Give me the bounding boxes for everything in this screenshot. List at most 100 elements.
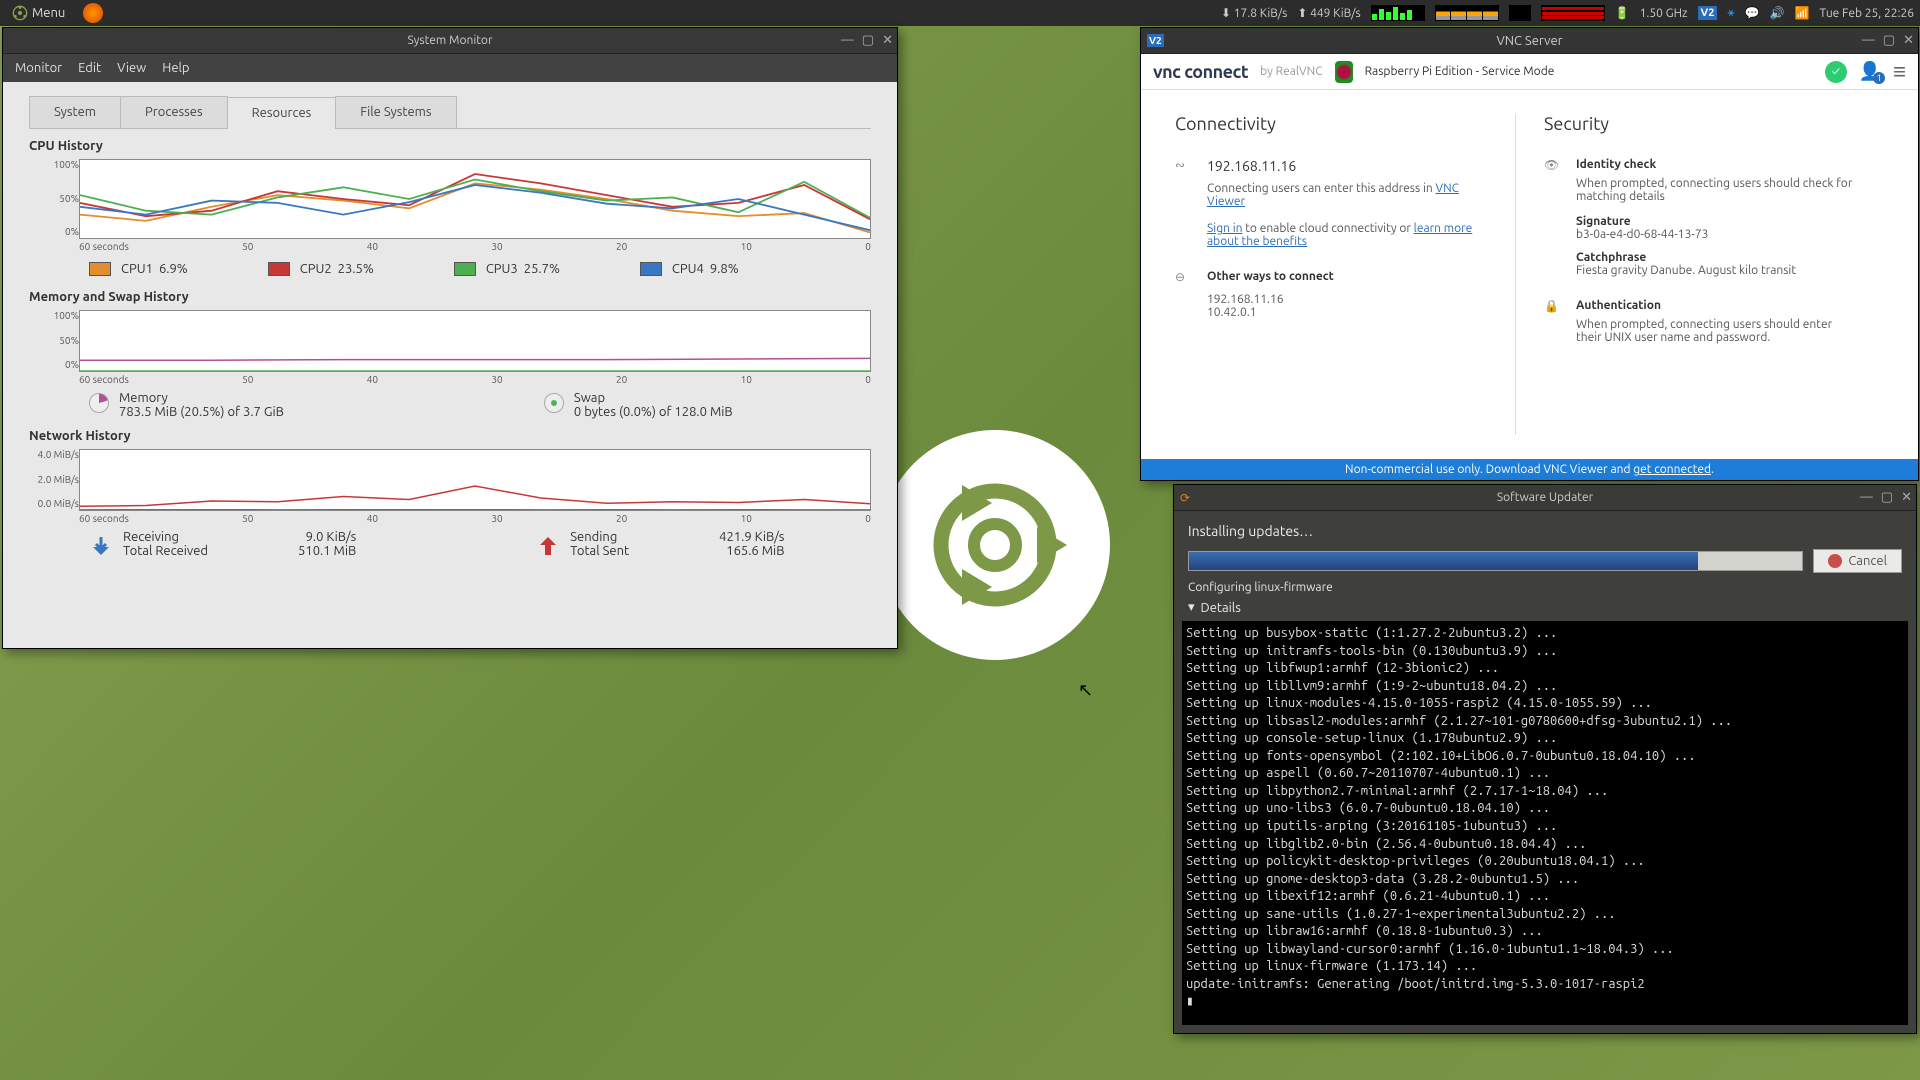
tray-disk-icon[interactable] xyxy=(1509,5,1531,21)
menu-help[interactable]: Help xyxy=(162,61,189,75)
signature-label: Signature xyxy=(1576,215,1860,228)
updater-status: Configuring linux-firmware xyxy=(1174,579,1916,596)
system-monitor-window: System Monitor — ▢ ✕ Monitor Edit View H… xyxy=(2,27,898,649)
tab-system[interactable]: System xyxy=(29,96,121,128)
updater-titlebar[interactable]: ⟳ Software Updater — ▢ ✕ xyxy=(1174,485,1916,511)
other-ip-1: 10.42.0.1 xyxy=(1207,306,1334,319)
ip-address: 192.168.11.16 xyxy=(1207,158,1491,174)
close-button[interactable]: ✕ xyxy=(882,33,893,48)
bluetooth-icon[interactable]: ⚹ xyxy=(1727,6,1734,20)
system-monitor-titlebar[interactable]: System Monitor — ▢ ✕ xyxy=(3,28,897,54)
firefox-icon[interactable] xyxy=(83,3,103,23)
vnc-logo: vnc connect xyxy=(1153,62,1248,82)
progress-bar xyxy=(1188,551,1803,571)
vnc-titlebar[interactable]: V2 VNC Server — ▢ ✕ xyxy=(1141,28,1918,54)
vnc-footer: Non-commercial use only. Download VNC Vi… xyxy=(1141,459,1918,480)
clock[interactable]: Tue Feb 25, 22:26 xyxy=(1819,7,1914,20)
minimize-button[interactable]: — xyxy=(1862,33,1875,48)
hamburger-menu-icon[interactable]: ≡ xyxy=(1893,61,1906,83)
tray-load-graph[interactable] xyxy=(1371,5,1425,21)
other-ip-0: 192.168.11.16 xyxy=(1207,293,1334,306)
swap-block: Swap0 bytes (0.0%) of 128.0 MiB xyxy=(544,391,733,419)
net-graph xyxy=(79,449,871,511)
tray-net-meter[interactable] xyxy=(1541,5,1605,21)
identity-heading: Identity check xyxy=(1576,158,1860,171)
security-column: Security 👁 Identity check When prompted,… xyxy=(1515,114,1884,435)
security-heading: Security xyxy=(1544,114,1860,134)
mem-history-title: Memory and Swap History xyxy=(29,290,871,304)
maximize-button[interactable]: ▢ xyxy=(1881,490,1893,505)
vnc-server-window: V2 VNC Server — ▢ ✕ vnc connect by RealV… xyxy=(1140,27,1919,481)
tray-cpu-meter[interactable] xyxy=(1435,5,1499,21)
mem-y-axis: 100%50%0% xyxy=(29,310,79,372)
cpu-graph xyxy=(79,159,871,239)
sm-title: System Monitor xyxy=(407,34,492,47)
top-panel: Menu ⬇ 17.8 KiB/s ⬆ 449 KiB/s 🔋 1.50 GHz… xyxy=(0,0,1920,26)
connectivity-column: Connectivity ∾ 192.168.11.16 Connecting … xyxy=(1175,114,1515,435)
updater-title: Software Updater xyxy=(1497,491,1593,504)
updater-heading: Installing updates… xyxy=(1174,511,1916,549)
catchphrase-label: Catchphrase xyxy=(1576,251,1860,264)
sm-menubar: Monitor Edit View Help xyxy=(3,54,897,82)
download-icon xyxy=(89,534,113,558)
menu-monitor[interactable]: Monitor xyxy=(15,61,62,75)
sm-tabs: System Processes Resources File Systems xyxy=(29,96,871,129)
updater-icon: ⟳ xyxy=(1180,491,1190,505)
vnc-mode: Raspberry Pi Edition - Service Mode xyxy=(1365,65,1555,78)
vnc-by: by RealVNC xyxy=(1260,65,1322,78)
close-button[interactable]: ✕ xyxy=(1901,490,1912,505)
net-down-stat: ⬇ 17.8 KiB/s xyxy=(1221,6,1287,20)
chevron-down-icon: ▾ xyxy=(1188,600,1195,615)
signature-value: b3-0a-e4-d0-68-44-13-73 xyxy=(1576,228,1860,241)
other-ways-heading: Other ways to connect xyxy=(1207,270,1334,283)
cpu-y-axis: 100%50%0% xyxy=(29,159,79,239)
tab-processes[interactable]: Processes xyxy=(120,96,228,128)
network-icon[interactable]: 📶 xyxy=(1795,6,1810,20)
user-icon[interactable]: 👤1 xyxy=(1859,61,1881,82)
collapse-icon[interactable]: ⊖ xyxy=(1175,270,1193,319)
notifications-icon[interactable]: 💬 xyxy=(1745,6,1760,20)
software-updater-window: ⟳ Software Updater — ▢ ✕ Installing upda… xyxy=(1173,484,1917,1034)
vnc-icon: V2 xyxy=(1147,34,1164,47)
tab-file-systems[interactable]: File Systems xyxy=(335,96,456,128)
receiving-block: Receiving9.0 KiB/s Total Received510.1 M… xyxy=(89,530,356,558)
cancel-icon xyxy=(1828,554,1842,568)
connectivity-heading: Connectivity xyxy=(1175,114,1491,134)
vnc-title: VNC Server xyxy=(1496,34,1562,48)
wallpaper-logo xyxy=(880,430,1110,660)
mem-x-axis: 60 seconds50403020100 xyxy=(29,374,871,385)
status-ok-icon: ✓ xyxy=(1825,61,1847,83)
tab-resources[interactable]: Resources xyxy=(227,97,337,129)
auth-heading: Authentication xyxy=(1576,299,1860,312)
lock-icon: 🔒 xyxy=(1544,299,1562,344)
mem-graph xyxy=(79,310,871,372)
maximize-button[interactable]: ▢ xyxy=(1883,33,1895,48)
cpu-freq: 1.50 GHz xyxy=(1640,7,1688,20)
cpu-legend: CPU1 6.9% CPU2 23.5% CPU3 25.7% CPU4 9.8… xyxy=(29,252,871,280)
details-toggle[interactable]: ▾Details xyxy=(1174,596,1916,621)
cancel-button[interactable]: Cancel xyxy=(1813,549,1902,573)
raspberry-pi-icon xyxy=(1335,61,1353,83)
cpu-history-title: CPU History xyxy=(29,139,871,153)
get-connected-link[interactable]: get connected xyxy=(1633,463,1711,476)
close-button[interactable]: ✕ xyxy=(1903,33,1914,48)
cpu-x-axis: 60 seconds50403020100 xyxy=(29,241,871,252)
vnc-tray-icon[interactable]: V2 xyxy=(1698,6,1718,20)
menu-edit[interactable]: Edit xyxy=(78,61,101,75)
minimize-button[interactable]: — xyxy=(1860,490,1873,505)
net-up-stat: ⬆ 449 KiB/s xyxy=(1297,6,1360,20)
menu-view[interactable]: View xyxy=(117,61,146,75)
eye-icon: 👁 xyxy=(1544,158,1562,277)
share-icon: ∾ xyxy=(1175,158,1193,248)
terminal-output[interactable]: Setting up busybox-static (1:1.27.2-2ubu… xyxy=(1182,621,1908,1025)
sending-block: Sending421.9 KiB/s Total Sent165.6 MiB xyxy=(536,530,784,558)
tray-battery-icon[interactable]: 🔋 xyxy=(1615,6,1630,20)
catchphrase-value: Fiesta gravity Danube. August kilo trans… xyxy=(1576,264,1860,277)
volume-icon[interactable]: 🔊 xyxy=(1770,6,1785,20)
sign-in-link[interactable]: Sign in xyxy=(1207,222,1242,235)
maximize-button[interactable]: ▢ xyxy=(862,33,874,48)
net-history-title: Network History xyxy=(29,429,871,443)
menu-button[interactable]: Menu xyxy=(6,3,71,23)
minimize-button[interactable]: — xyxy=(841,33,854,48)
net-x-axis: 60 seconds50403020100 xyxy=(29,513,871,524)
